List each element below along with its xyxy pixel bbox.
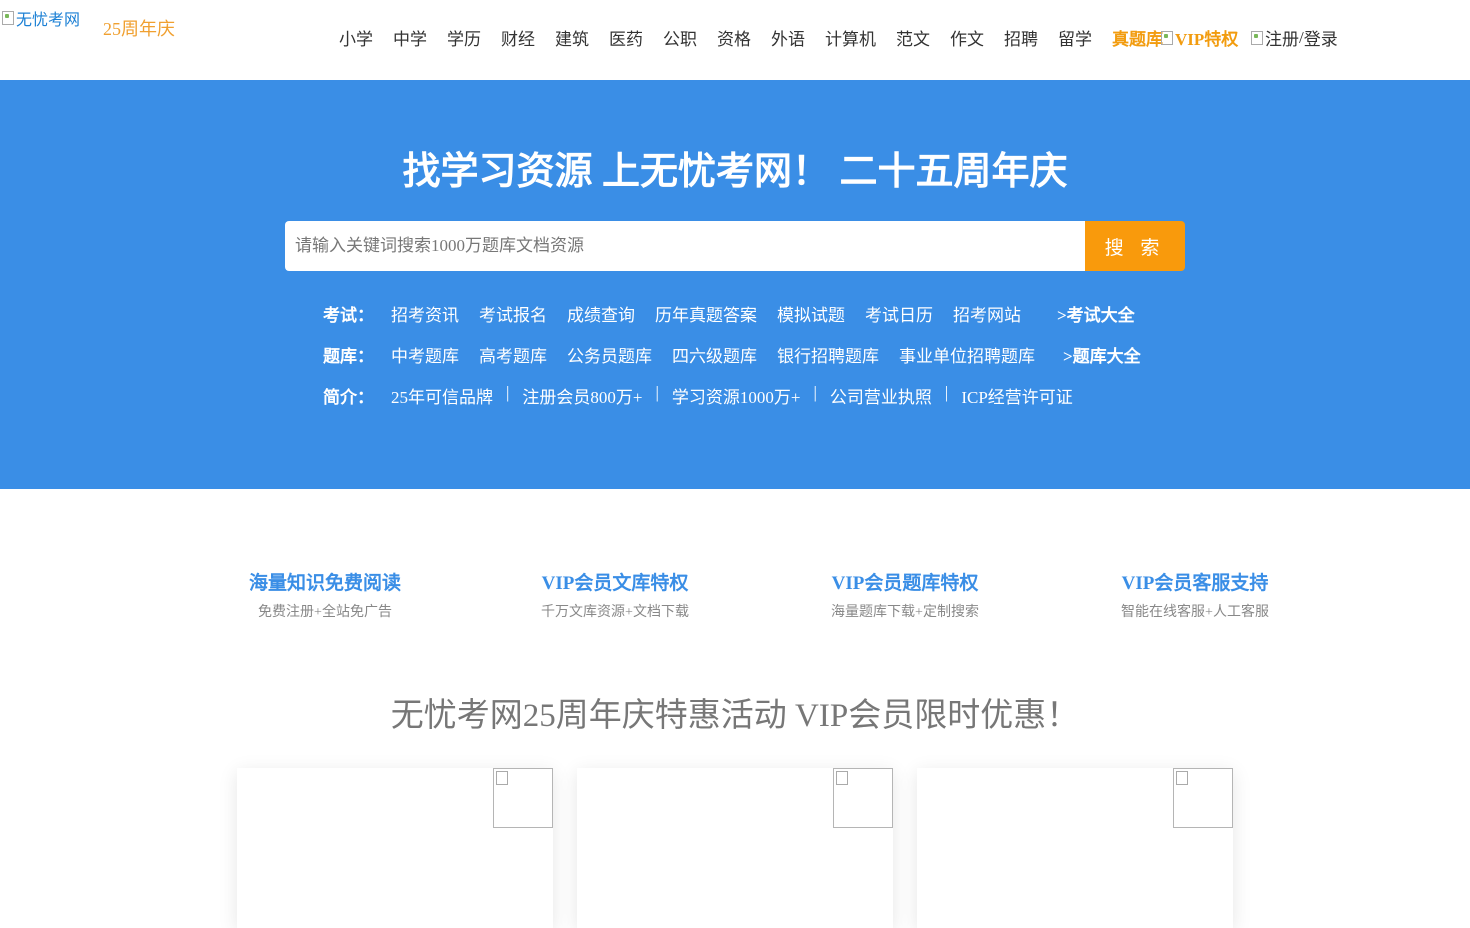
feature-vip-question-bank[interactable]: VIP会员题库特权 海量题库下载+定制搜索 <box>785 568 1025 621</box>
nav-item[interactable]: 小学 <box>339 25 373 50</box>
separator: | <box>506 383 510 402</box>
feature-title: VIP会员题库特权 <box>831 573 979 594</box>
user-icon <box>1251 30 1263 45</box>
anniversary-label[interactable]: 25周年庆 <box>103 15 175 41</box>
exam-link[interactable]: 历年真题答案 <box>655 301 757 326</box>
site-header: 无忧考网 25周年庆 小学 中学 学历 财经 建筑 医药 公职 资格 外语 计算… <box>0 0 1470 81</box>
separator: | <box>944 383 949 402</box>
nav-item[interactable]: 中学 <box>393 25 427 50</box>
vip-icon <box>1161 30 1173 45</box>
intro-link[interactable]: ICP经营许可证 <box>961 383 1072 408</box>
bank-links-row: 题库： 中考题库 高考题库 公务员题库 四六级题库 银行招聘题库 事业单位招聘题… <box>323 342 1141 367</box>
intro-link[interactable]: 学习资源1000万+ <box>672 383 801 408</box>
exam-link[interactable]: 成绩查询 <box>567 301 635 326</box>
vip-plan-card[interactable] <box>577 768 893 928</box>
search-input[interactable] <box>285 221 1085 271</box>
nav-item[interactable]: 资格 <box>717 25 751 50</box>
card-badge-image <box>493 768 553 828</box>
exam-link[interactable]: 招考网站 <box>953 301 1021 326</box>
feature-free-reading[interactable]: 海量知识免费阅读 免费注册+全站免广告 <box>205 568 445 621</box>
intro-link[interactable]: 注册会员800万+ <box>522 383 642 408</box>
intro-row: 简介： 25年可信品牌 | 注册会员800万+ | 学习资源1000万+ | 公… <box>323 383 1073 408</box>
search-button[interactable]: 搜 索 <box>1085 221 1185 271</box>
exam-label: 考试： <box>323 306 374 325</box>
feature-title: VIP会员文库特权 <box>541 573 689 594</box>
bank-link[interactable]: 公务员题库 <box>567 342 652 367</box>
intro-label: 简介： <box>323 388 374 407</box>
feature-vip-support[interactable]: VIP会员客服支持 智能在线客服+人工客服 <box>1075 568 1315 621</box>
separator: | <box>813 383 817 402</box>
nav-item[interactable]: 建筑 <box>555 25 589 50</box>
nav-item[interactable]: 招聘 <box>1004 25 1038 50</box>
broken-image-icon <box>2 11 14 25</box>
bank-link[interactable]: 银行招聘题库 <box>777 342 879 367</box>
bank-link[interactable]: 中考题库 <box>391 342 459 367</box>
logo-alt-text: 无忧考网 <box>16 12 81 29</box>
hero-banner: 找学习资源 上无忧考网！ 二十五周年庆 搜 索 考试： 招考资讯 考试报名 成绩… <box>0 80 1470 489</box>
main-nav: 小学 中学 学历 财经 建筑 医药 公职 资格 外语 计算机 范文 作文 招聘 … <box>339 25 1183 50</box>
separator: | <box>655 383 659 402</box>
nav-item[interactable]: 公职 <box>663 25 697 50</box>
bank-link[interactable]: 四六级题库 <box>672 342 757 367</box>
nav-item[interactable]: 留学 <box>1058 25 1092 50</box>
feature-title: VIP会员客服支持 <box>1121 573 1269 594</box>
vip-plan-card[interactable] <box>917 768 1233 928</box>
feature-title: 海量知识免费阅读 <box>248 573 401 594</box>
bank-all-link[interactable]: >题库大全 <box>1063 342 1141 367</box>
site-logo[interactable]: 无忧考网 <box>2 6 80 30</box>
exam-link[interactable]: 考试报名 <box>479 301 547 326</box>
exam-links-row: 考试： 招考资讯 考试报名 成绩查询 历年真题答案 模拟试题 考试日历 招考网站… <box>323 301 1135 326</box>
nav-item[interactable]: 财经 <box>501 25 535 50</box>
nav-item[interactable]: 医药 <box>609 25 643 50</box>
nav-item[interactable]: 学历 <box>447 25 481 50</box>
promo-title: 无忧考网25周年庆特惠活动 VIP会员限时优惠！ <box>390 698 1080 734</box>
feature-subtitle: 免费注册+全站免广告 <box>258 605 392 620</box>
feature-subtitle: 千万文库资源+文档下载 <box>541 605 689 620</box>
login-register: 注册 / 登录 <box>1251 25 1338 50</box>
nav-item[interactable]: 外语 <box>771 25 805 50</box>
bank-link[interactable]: 高考题库 <box>479 342 547 367</box>
hero-title: 找学习资源 上无忧考网！ 二十五周年庆 <box>402 151 1068 193</box>
exam-all-link[interactable]: >考试大全 <box>1057 301 1135 326</box>
nav-item-question-bank[interactable]: 真题库 <box>1112 25 1163 50</box>
nav-item[interactable]: 计算机 <box>825 25 876 50</box>
intro-link[interactable]: 25年可信品牌 <box>391 383 493 408</box>
nav-item[interactable]: 作文 <box>950 25 984 50</box>
intro-link[interactable]: 公司营业执照 <box>830 383 932 408</box>
bank-link[interactable]: 事业单位招聘题库 <box>899 342 1035 367</box>
login-link[interactable]: 登录 <box>1304 25 1338 50</box>
vip-plan-card[interactable] <box>237 768 553 928</box>
card-badge-image <box>1173 768 1233 828</box>
nav-item[interactable]: 范文 <box>896 25 930 50</box>
exam-link[interactable]: 招考资讯 <box>391 301 459 326</box>
card-badge-image <box>833 768 893 828</box>
feature-subtitle: 智能在线客服+人工客服 <box>1121 605 1269 620</box>
feature-vip-library[interactable]: VIP会员文库特权 千万文库资源+文档下载 <box>495 568 735 621</box>
register-link[interactable]: 注册 <box>1265 25 1299 50</box>
bank-label: 题库： <box>323 347 374 366</box>
exam-link[interactable]: 考试日历 <box>865 301 933 326</box>
feature-subtitle: 海量题库下载+定制搜索 <box>831 605 979 620</box>
vip-privilege-link[interactable]: VIP特权 <box>1161 25 1238 50</box>
vip-label: VIP特权 <box>1175 30 1239 49</box>
exam-link[interactable]: 模拟试题 <box>777 301 845 326</box>
